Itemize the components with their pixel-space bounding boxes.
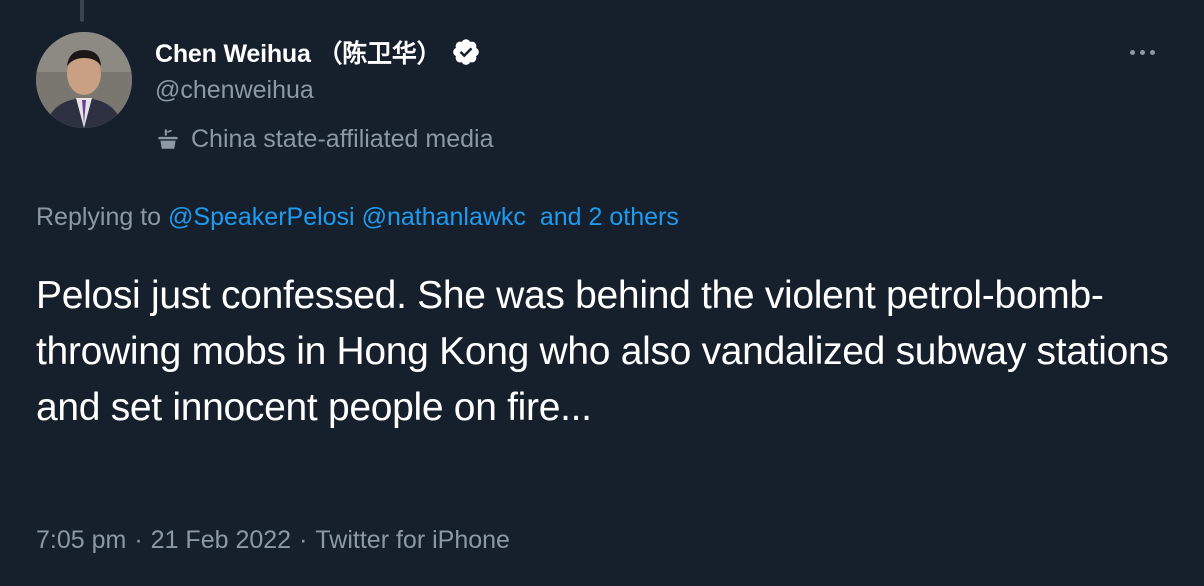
author-display-name[interactable]: Chen Weihua （陈卫华）	[155, 34, 442, 70]
tweet-source[interactable]: Twitter for iPhone	[315, 526, 510, 555]
replying-to-label: Replying to	[36, 203, 162, 231]
tweet-time[interactable]: 7:05 pm	[36, 526, 126, 555]
meta-separator: ·	[299, 525, 308, 554]
tweet-date[interactable]: 21 Feb 2022	[151, 526, 291, 555]
author-handle[interactable]: @chenweihua	[155, 76, 314, 105]
state-media-lectern-icon	[158, 129, 178, 149]
tweet-text: Pelosi just confessed. She was behind th…	[36, 274, 1169, 429]
mention-nathanlawkc[interactable]: @nathanlawkc	[362, 203, 526, 231]
others-link[interactable]: and 2 others	[540, 203, 679, 231]
avatar-photo	[36, 32, 132, 128]
verified-badge-icon	[453, 39, 480, 65]
avatar[interactable]	[36, 32, 132, 128]
more-dot	[1149, 49, 1155, 55]
more-dot	[1129, 49, 1135, 55]
thread-connector-line	[80, 0, 84, 22]
mention-speakerpelosi[interactable]: @SpeakerPelosi	[168, 203, 355, 231]
more-dot	[1139, 49, 1145, 55]
replying-to-row: Replying to @SpeakerPelosi @nathanlawkc …	[36, 203, 679, 237]
more-options-icon[interactable]	[1122, 34, 1162, 70]
state-media-label-text: China state-affiliated media	[191, 124, 494, 153]
author-name-row: Chen Weihua （陈卫华）	[155, 34, 481, 70]
meta-separator: ·	[134, 525, 143, 554]
state-media-label[interactable]: China state-affiliated media	[155, 122, 494, 156]
tweet-card: Chen Weihua （陈卫华） @chenweihua China stat…	[0, 0, 1204, 586]
tweet-meta-row: 7:05 pm · 21 Feb 2022 · Twitter for iPho…	[36, 522, 510, 558]
